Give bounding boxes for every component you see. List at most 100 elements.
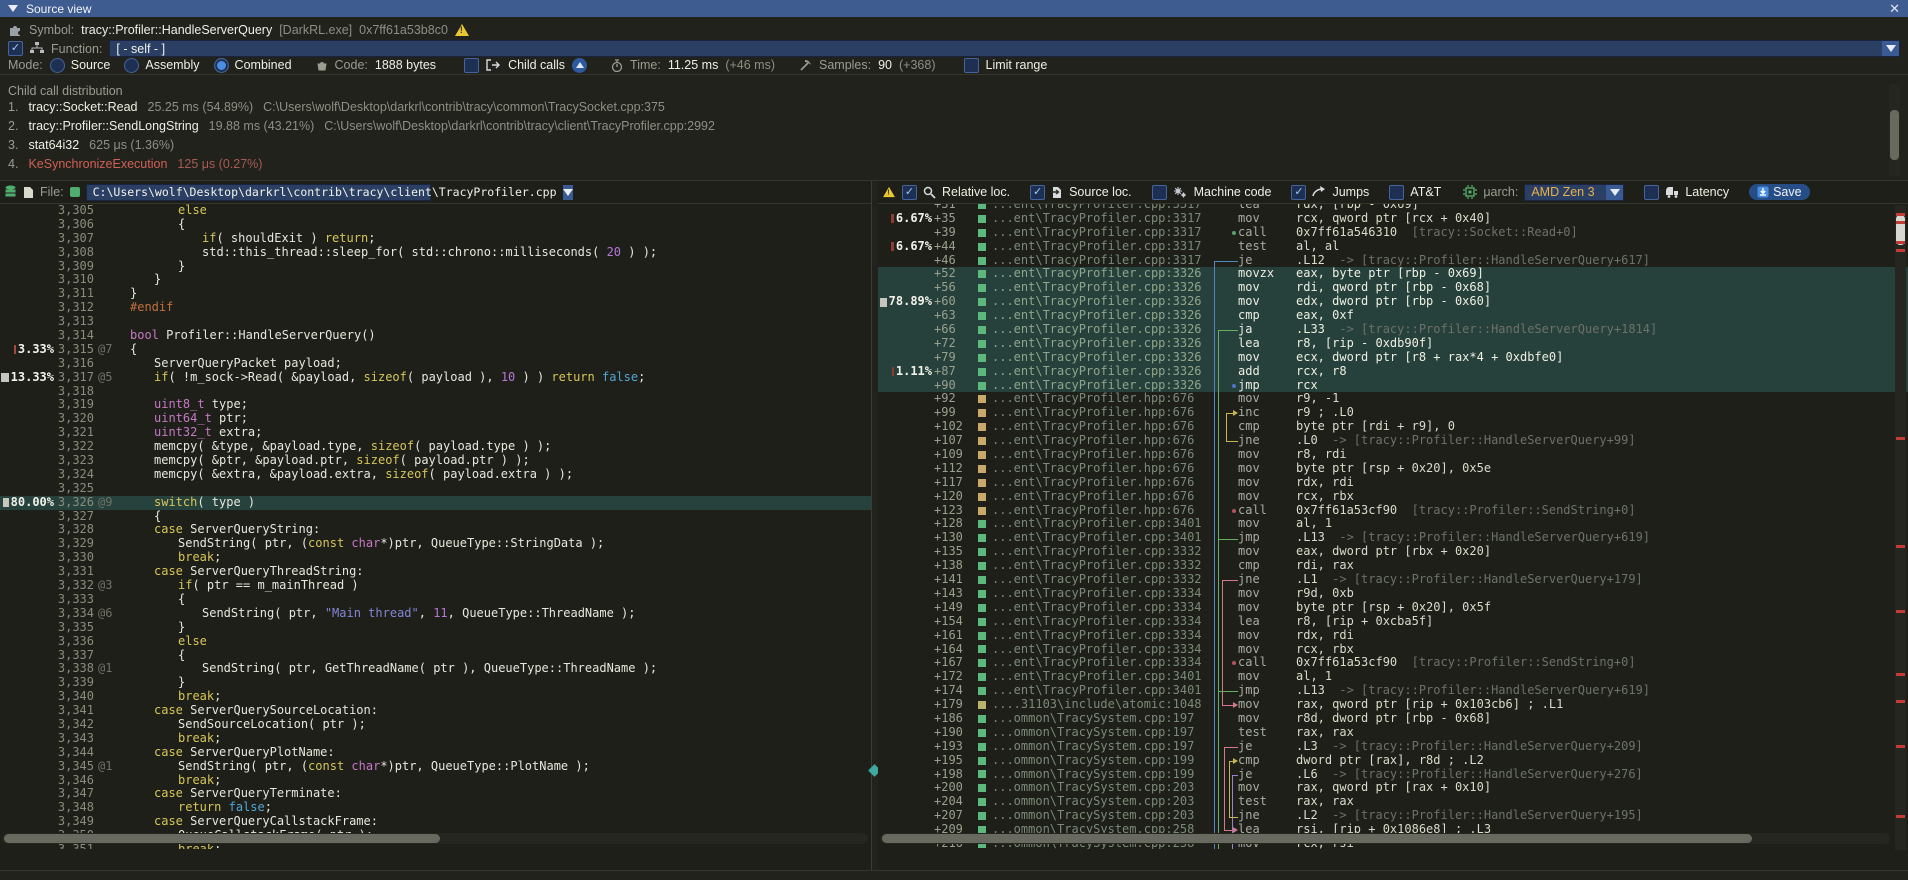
relative-loc-checkbox[interactable]: [902, 185, 917, 200]
asm-source-loc[interactable]: ...ent\TracyProfiler.hpp:676: [992, 462, 1210, 476]
asm-source-loc[interactable]: ...ent\TracyProfiler.cpp:3326: [992, 365, 1210, 379]
asm-row[interactable]: +92...ent\TracyProfiler.hpp:676movr9, -1: [878, 392, 1908, 406]
source-line[interactable]: 3,342SendSourceLocation( ptr );: [0, 718, 871, 732]
source-line[interactable]: 3,308std::this_thread::sleep_for( std::c…: [0, 246, 871, 260]
asm-row[interactable]: +174...ent\TracyProfiler.cpp:3401jmp.L13…: [878, 684, 1908, 698]
source-line[interactable]: 3,321uint32_t extra;: [0, 426, 871, 440]
asm-source-loc[interactable]: ...ent\TracyProfiler.cpp:3326: [992, 295, 1210, 309]
mode-radio-combined[interactable]: Combined: [214, 58, 292, 73]
asm-row[interactable]: +167...ent\TracyProfiler.cpp:3334call0x7…: [878, 656, 1908, 670]
source-line[interactable]: 3.33%3,315@7{: [0, 343, 871, 357]
chevron-down-icon[interactable]: [1606, 185, 1623, 200]
asm-row[interactable]: +120...ent\TracyProfiler.hpp:676movrcx, …: [878, 490, 1908, 504]
source-line[interactable]: 3,325: [0, 482, 871, 496]
source-line[interactable]: 3,323memcpy( &ptr, &payload.ptr, sizeof(…: [0, 454, 871, 468]
source-line[interactable]: 3,327{: [0, 510, 871, 524]
asm-row[interactable]: +52...ent\TracyProfiler.cpp:3326movzxeax…: [878, 267, 1908, 281]
asm-row[interactable]: +112...ent\TracyProfiler.hpp:676movbyte …: [878, 462, 1908, 476]
child-call-item[interactable]: 4.KeSynchronizeExecution125 μs (0.27%): [8, 157, 262, 171]
asm-row[interactable]: +143...ent\TracyProfiler.cpp:3334movr9d,…: [878, 587, 1908, 601]
mode-radio-assembly[interactable]: Assembly: [124, 58, 199, 73]
asm-row[interactable]: +198...ommon\TracySystem.cpp:199je.L6 ->…: [878, 768, 1908, 782]
asm-source-loc[interactable]: ...ommon\TracySystem.cpp:203: [992, 795, 1210, 809]
source-loc-checkbox[interactable]: [1030, 185, 1045, 200]
source-line[interactable]: 3,328case ServerQueryString:: [0, 523, 871, 537]
source-line[interactable]: 80.00%3,326@9switch( type ): [0, 496, 871, 510]
source-line[interactable]: 3,330break;: [0, 551, 871, 565]
asm-source-loc[interactable]: ...ent\TracyProfiler.cpp:3334: [992, 601, 1210, 615]
asm-row[interactable]: +128...ent\TracyProfiler.cpp:3401moval, …: [878, 517, 1908, 531]
asm-source-loc[interactable]: ...ent\TracyProfiler.cpp:3332: [992, 573, 1210, 587]
asm-row[interactable]: +102...ent\TracyProfiler.hpp:676cmpbyte …: [878, 420, 1908, 434]
asm-source-loc[interactable]: ...ent\TracyProfiler.cpp:3332: [992, 545, 1210, 559]
source-line[interactable]: 3,344case ServerQueryPlotName:: [0, 746, 871, 760]
asm-source-loc[interactable]: ...ent\TracyProfiler.cpp:3317: [992, 204, 1210, 212]
source-line[interactable]: 3,336else: [0, 635, 871, 649]
asm-row[interactable]: 6.67%+35...ent\TracyProfiler.cpp:3317mov…: [878, 212, 1908, 226]
source-line[interactable]: 3,318: [0, 385, 871, 399]
source-line[interactable]: 3,312#endif: [0, 301, 871, 315]
asm-row[interactable]: +66...ent\TracyProfiler.cpp:3326ja.L33 -…: [878, 323, 1908, 337]
asm-source-loc[interactable]: ...ent\TracyProfiler.hpp:676: [992, 420, 1210, 434]
source-line[interactable]: 3,329SendString( ptr, (const char*)ptr, …: [0, 537, 871, 551]
child-calls-checkbox[interactable]: [464, 58, 479, 73]
asm-row[interactable]: +195...ommon\TracySystem.cpp:199cmpdword…: [878, 754, 1908, 768]
asm-row[interactable]: +31...ent\TracyProfiler.cpp:3317leardx, …: [878, 204, 1908, 212]
source-hscrollbar[interactable]: [2, 833, 868, 844]
chevron-down-icon[interactable]: [1882, 41, 1899, 56]
asm-source-loc[interactable]: ...ent\TracyProfiler.hpp:676: [992, 392, 1210, 406]
asm-row[interactable]: +154...ent\TracyProfiler.cpp:3334lear8, …: [878, 615, 1908, 629]
source-line[interactable]: 3,338@1SendString( ptr, GetThreadName( p…: [0, 662, 871, 676]
asm-source-loc[interactable]: ...ent\TracyProfiler.hpp:676: [992, 476, 1210, 490]
scroll-up-button[interactable]: [572, 58, 587, 73]
asm-row[interactable]: +193...ommon\TracySystem.cpp:197je.L3 ->…: [878, 740, 1908, 754]
asm-row[interactable]: +117...ent\TracyProfiler.hpp:676movrdx, …: [878, 476, 1908, 490]
source-line[interactable]: 3,345@1SendString( ptr, (const char*)ptr…: [0, 760, 871, 774]
source-line[interactable]: 3,334@6SendString( ptr, "Main thread", 1…: [0, 607, 871, 621]
child-calls-scrollbar[interactable]: [1889, 84, 1900, 176]
asm-source-loc[interactable]: ...ent\TracyProfiler.cpp:3317: [992, 212, 1210, 226]
source-line[interactable]: 3,348return false;: [0, 801, 871, 815]
asm-row[interactable]: +207...ommon\TracySystem.cpp:203jne.L2 -…: [878, 809, 1908, 823]
asm-source-loc[interactable]: ...ommon\TracySystem.cpp:199: [992, 754, 1210, 768]
asm-row[interactable]: +200...ommon\TracySystem.cpp:203movrax, …: [878, 781, 1908, 795]
source-line[interactable]: 3,311}: [0, 287, 871, 301]
source-line[interactable]: 3,316ServerQueryPacket payload;: [0, 357, 871, 371]
asm-source-loc[interactable]: ...ent\TracyProfiler.cpp:3317: [992, 254, 1210, 268]
asm-row[interactable]: +135...ent\TracyProfiler.cpp:3332moveax,…: [878, 545, 1908, 559]
asm-row[interactable]: +107...ent\TracyProfiler.hpp:676jne.L0 -…: [878, 434, 1908, 448]
source-line[interactable]: 3,313: [0, 315, 871, 329]
radio-icon[interactable]: [124, 58, 139, 73]
asm-row[interactable]: +99...ent\TracyProfiler.hpp:676incr9 ; .…: [878, 406, 1908, 420]
radio-icon[interactable]: [214, 58, 229, 73]
source-line[interactable]: 3,332@3if( ptr == m_mainThread ): [0, 579, 871, 593]
source-line[interactable]: 3,305else: [0, 204, 871, 218]
source-line[interactable]: 3,340break;: [0, 690, 871, 704]
asm-source-loc[interactable]: ...ent\TracyProfiler.cpp:3334: [992, 643, 1210, 657]
mode-radio-source[interactable]: Source: [50, 58, 111, 73]
att-checkbox[interactable]: [1389, 185, 1404, 200]
asm-source-loc[interactable]: ...ommon\TracySystem.cpp:197: [992, 712, 1210, 726]
asm-source-loc[interactable]: ...ent\TracyProfiler.cpp:3326: [992, 323, 1210, 337]
asm-source-loc[interactable]: ...ommon\TracySystem.cpp:203: [992, 781, 1210, 795]
source-line[interactable]: 3,306{: [0, 218, 871, 232]
function-checkbox[interactable]: [8, 41, 23, 56]
asm-source-loc[interactable]: ...ent\TracyProfiler.cpp:3326: [992, 281, 1210, 295]
jumps-checkbox[interactable]: [1291, 185, 1306, 200]
source-line[interactable]: 3,335}: [0, 621, 871, 635]
asm-row[interactable]: +172...ent\TracyProfiler.cpp:3401moval, …: [878, 670, 1908, 684]
uarch-combo[interactable]: AMD Zen 3: [1524, 184, 1624, 201]
asm-source-loc[interactable]: ...ent\TracyProfiler.hpp:676: [992, 434, 1210, 448]
asm-row[interactable]: +130...ent\TracyProfiler.cpp:3401jmp.L13…: [878, 531, 1908, 545]
asm-hscrollbar[interactable]: [880, 833, 1890, 844]
asm-source-loc[interactable]: ...ent\TracyProfiler.cpp:3401: [992, 684, 1210, 698]
asm-row[interactable]: +204...ommon\TracySystem.cpp:203testrax,…: [878, 795, 1908, 809]
asm-row[interactable]: +161...ent\TracyProfiler.cpp:3334movrdx,…: [878, 629, 1908, 643]
asm-source-loc[interactable]: ...ent\TracyProfiler.cpp:3334: [992, 615, 1210, 629]
source-line[interactable]: 3,341case ServerQuerySourceLocation:: [0, 704, 871, 718]
asm-source-loc[interactable]: ...ommon\TracySystem.cpp:199: [992, 768, 1210, 782]
asm-row[interactable]: +190...ommon\TracySystem.cpp:197testrax,…: [878, 726, 1908, 740]
asm-row[interactable]: +138...ent\TracyProfiler.cpp:3332cmprdi,…: [878, 559, 1908, 573]
asm-source-loc[interactable]: ...ent\TracyProfiler.cpp:3332: [992, 559, 1210, 573]
asm-row[interactable]: 1.11%+87...ent\TracyProfiler.cpp:3326add…: [878, 365, 1908, 379]
